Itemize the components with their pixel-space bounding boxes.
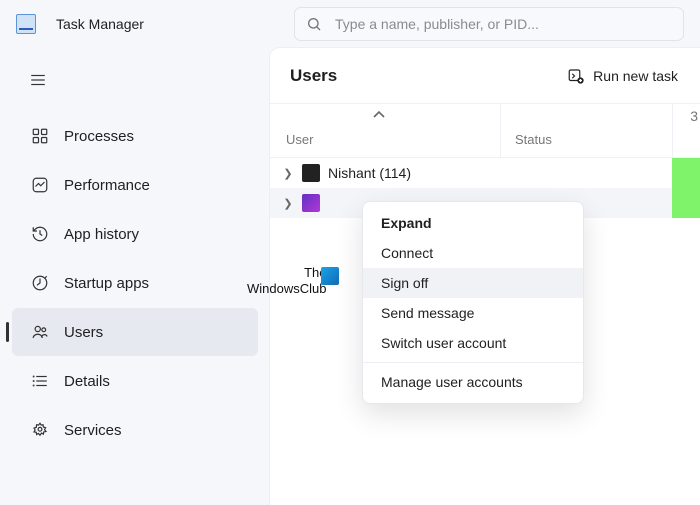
- hamburger-button[interactable]: [20, 62, 56, 98]
- user-avatar: [302, 164, 320, 182]
- sidebar: Processes Performance App history Startu…: [0, 48, 270, 505]
- sidebar-item-details[interactable]: Details: [12, 357, 258, 405]
- column-user-label: User: [286, 132, 313, 147]
- context-menu-manage-accounts[interactable]: Manage user accounts: [363, 367, 583, 397]
- run-task-label: Run new task: [593, 68, 678, 84]
- sidebar-item-label: Performance: [64, 177, 150, 194]
- startup-icon: [26, 274, 54, 292]
- sidebar-item-users[interactable]: Users: [12, 308, 258, 356]
- grid-icon: [26, 127, 54, 145]
- services-icon: [26, 421, 54, 439]
- column-edge-value: 3: [672, 104, 700, 157]
- sidebar-item-label: Users: [64, 324, 103, 341]
- column-status-label: Status: [515, 132, 552, 147]
- context-menu: Expand Connect Sign off Send message Swi…: [362, 201, 584, 404]
- context-menu-switch-user[interactable]: Switch user account: [363, 328, 583, 358]
- sidebar-item-app-history[interactable]: App history: [12, 210, 258, 258]
- context-menu-sign-off[interactable]: Sign off: [363, 268, 583, 298]
- search-input[interactable]: [294, 7, 684, 41]
- sidebar-item-performance[interactable]: Performance: [12, 161, 258, 209]
- user-name: Nishant (114): [328, 165, 411, 181]
- context-menu-send-message[interactable]: Send message: [363, 298, 583, 328]
- sidebar-item-processes[interactable]: Processes: [12, 112, 258, 160]
- status-cell: [672, 158, 700, 188]
- watermark-icon: [321, 267, 339, 285]
- context-menu-connect[interactable]: Connect: [363, 238, 583, 268]
- run-task-icon: [567, 67, 585, 85]
- title-bar: Task Manager: [0, 0, 700, 48]
- page-title: Users: [290, 66, 337, 86]
- column-status[interactable]: Status: [500, 104, 672, 157]
- main-header: Users Run new task: [270, 48, 700, 104]
- run-new-task-button[interactable]: Run new task: [565, 61, 680, 91]
- sidebar-item-label: Startup apps: [64, 275, 149, 292]
- app-logo-icon: [16, 14, 36, 34]
- watermark: The WindowsClub: [247, 265, 326, 298]
- details-icon: [26, 372, 54, 390]
- performance-icon: [26, 176, 54, 194]
- sidebar-item-label: Details: [64, 373, 110, 390]
- sidebar-item-label: App history: [64, 226, 139, 243]
- user-row[interactable]: ❯ Nishant (114): [270, 158, 700, 188]
- sidebar-item-services[interactable]: Services: [12, 406, 258, 454]
- table-header: User Status 3: [270, 104, 700, 158]
- search-icon: [306, 16, 322, 32]
- sort-indicator-icon[interactable]: [372, 110, 386, 120]
- status-cell: [672, 188, 700, 218]
- user-avatar: [302, 194, 320, 212]
- context-menu-expand[interactable]: Expand: [363, 208, 583, 238]
- app-title: Task Manager: [56, 16, 144, 32]
- expand-chevron-icon[interactable]: ❯: [274, 167, 302, 180]
- watermark-line1: The: [247, 265, 326, 281]
- sidebar-item-label: Services: [64, 422, 122, 439]
- users-icon: [26, 323, 54, 341]
- history-icon: [26, 225, 54, 243]
- sidebar-item-startup-apps[interactable]: Startup apps: [12, 259, 258, 307]
- sidebar-item-label: Processes: [64, 128, 134, 145]
- expand-chevron-icon[interactable]: ❯: [274, 197, 302, 210]
- watermark-line2: WindowsClub: [247, 281, 326, 297]
- search-wrap: [294, 7, 684, 41]
- context-menu-separator: [363, 362, 583, 363]
